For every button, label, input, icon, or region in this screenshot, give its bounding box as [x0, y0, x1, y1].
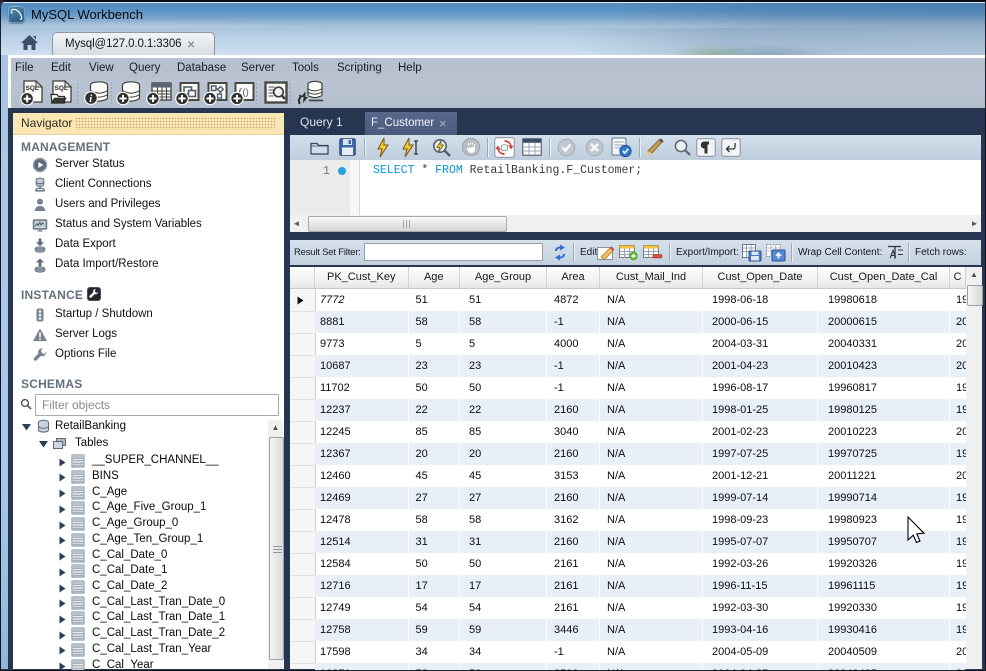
svg-text:(): () — [243, 87, 249, 98]
svg-text:SQL: SQL — [26, 85, 39, 92]
svg-text:i: i — [89, 94, 92, 105]
svg-text:SQL: SQL — [55, 85, 68, 92]
